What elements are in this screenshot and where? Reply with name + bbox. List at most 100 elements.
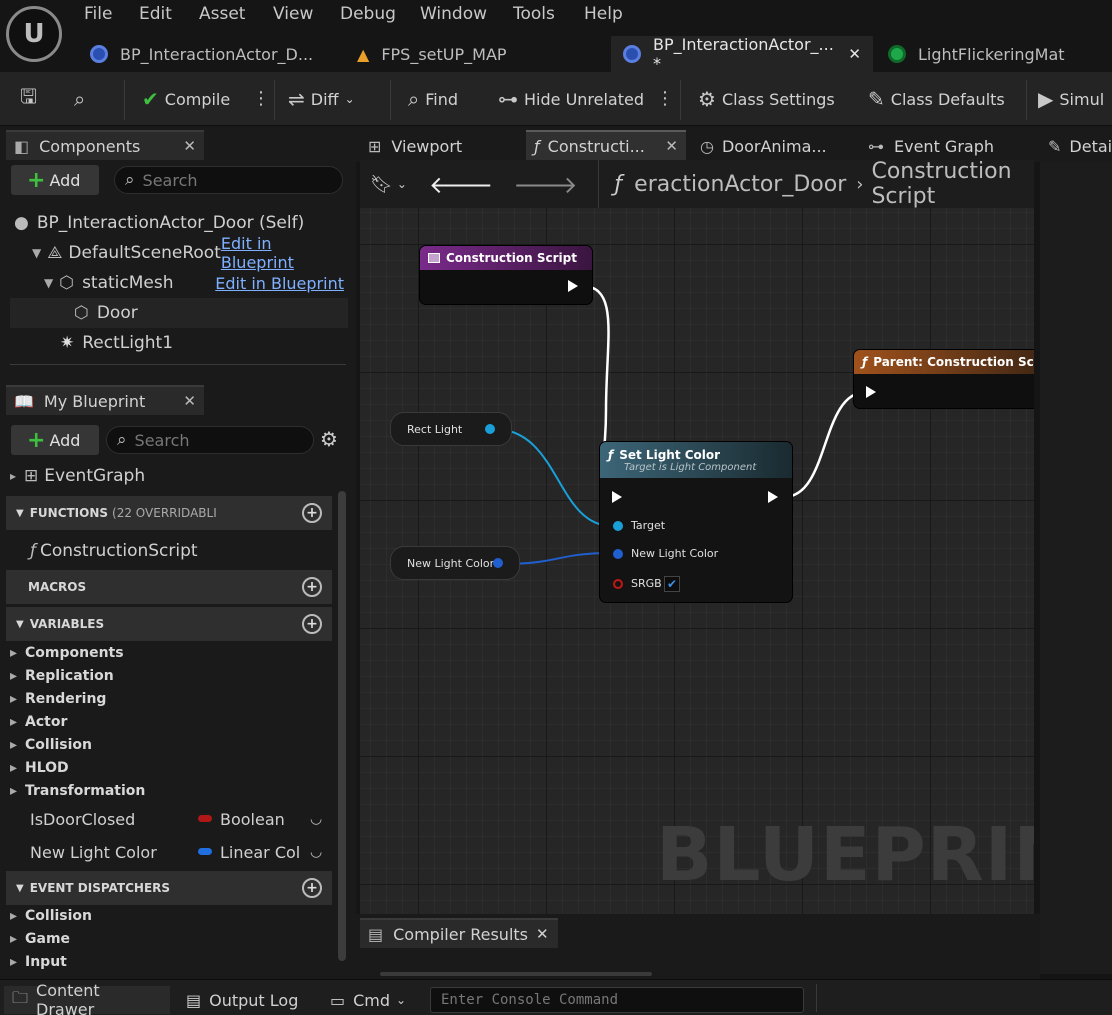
find-button[interactable]: ⌕ Find [408, 86, 458, 112]
my-blueprint-tab[interactable]: 📖 My Blueprint ✕ [6, 385, 204, 415]
my-blueprint-search-input[interactable]: ⌕ Search [106, 426, 314, 454]
exec-out-pin[interactable] [768, 491, 778, 503]
event-dispatchers-header[interactable]: ▼ EVENT DISPATCHERS + [6, 871, 332, 905]
menu-tools[interactable]: Tools [513, 4, 555, 24]
browse-asset-icon[interactable]: ⌕ [74, 86, 91, 112]
node-new-light-color-variable[interactable]: New Light Color [390, 546, 520, 580]
node-set-light-color[interactable]: ƒ Set Light Color Target is Light Compone… [600, 442, 792, 602]
tab-viewport[interactable]: ⊞ Viewport [360, 130, 520, 160]
exec-in-pin[interactable] [612, 491, 622, 503]
compile-button[interactable]: ✔ Compile [142, 86, 230, 112]
save-icon[interactable]: 🖫 [20, 84, 43, 112]
var-category-collision[interactable]: Collision [10, 737, 92, 753]
menu-asset[interactable]: Asset [199, 4, 245, 24]
expand-arrow-icon[interactable]: ▼ [32, 246, 41, 260]
close-icon[interactable]: ✕ [183, 392, 196, 410]
node-construction-script[interactable]: Construction Script [420, 246, 592, 304]
doc-tab-active-blueprint[interactable]: BP_InteractionActor_... * ✕ [611, 35, 873, 73]
menu-window[interactable]: Window [420, 4, 487, 24]
hide-options-icon[interactable]: ⋮ [656, 88, 674, 109]
new-light-color-output-pin[interactable] [493, 558, 503, 568]
variable-is-door-closed[interactable]: IsDoorClosed Boolean ◡ [30, 804, 330, 834]
tree-item-door[interactable]: ⬡ Door [10, 298, 348, 328]
exec-out-pin[interactable] [568, 280, 578, 292]
simulate-button[interactable]: ▶ Simul [1038, 86, 1104, 112]
close-icon[interactable]: ✕ [536, 925, 549, 943]
add-variable-icon[interactable]: + [302, 614, 322, 634]
dispatcher-category-collision[interactable]: Collision [10, 908, 92, 924]
add-function-icon[interactable]: + [302, 503, 322, 523]
event-graph-item[interactable]: ▸ ⊞ EventGraph [10, 461, 145, 491]
add-macro-icon[interactable]: + [302, 577, 322, 597]
var-category-transformation[interactable]: Transformation [10, 783, 145, 799]
doc-tab-bp-interaction-door[interactable]: BP_InteractionActor_D... [78, 36, 348, 72]
compiler-results-tab[interactable]: ▤ Compiler Results ✕ [360, 918, 558, 948]
close-icon[interactable]: ✕ [848, 45, 861, 63]
node-parent-construction[interactable]: ƒ Parent: Construction Scrip [854, 350, 1034, 408]
output-log-button[interactable]: ▤ Output Log [178, 986, 308, 1014]
class-defaults-button[interactable]: ✎ Class Defaults [868, 86, 1005, 112]
node-rect-light-variable[interactable]: Rect Light [390, 412, 512, 446]
scrollbar[interactable] [338, 491, 346, 961]
menu-file[interactable]: File [84, 4, 112, 24]
diff-button[interactable]: ⇌ Diff ⌄ [288, 86, 355, 112]
compile-options-icon[interactable]: ⋮ [252, 88, 270, 109]
menu-view[interactable]: View [273, 4, 313, 24]
settings-gear-icon[interactable]: ⚙ [320, 427, 338, 451]
doc-tab-map[interactable]: ▲ FPS_setUP_MAP [345, 36, 607, 72]
dispatcher-category-input[interactable]: Input [10, 954, 67, 970]
dispatcher-category-game[interactable]: Game [10, 931, 70, 947]
hide-unrelated-button[interactable]: ⊶ Hide Unrelated [498, 86, 644, 112]
graph-canvas[interactable]: 🔖︎ ⌄ 🡐 🡒 ƒ eractionActor_Door › Construc… [360, 160, 1034, 914]
doc-tab-material[interactable]: LightFlickeringMat [876, 36, 1112, 72]
eye-closed-icon[interactable]: ◡ [310, 811, 322, 827]
srgb-pin[interactable] [613, 579, 623, 589]
edit-in-blueprint-link[interactable]: Edit in Blueprint [215, 274, 344, 293]
function-icon: ƒ [862, 355, 868, 369]
tab-door-animation[interactable]: ◷ DoorAnima... [692, 130, 858, 160]
target-pin[interactable] [613, 521, 623, 531]
components-search-input[interactable]: ⌕ Search [114, 166, 343, 194]
tree-item-static-mesh[interactable]: ▼ ⬡ staticMesh Edit in Blueprint [44, 268, 344, 298]
var-category-hlod[interactable]: HLOD [10, 760, 69, 776]
var-category-components[interactable]: Components [10, 645, 124, 661]
macros-header[interactable]: MACROS + [6, 570, 332, 604]
components-tab[interactable]: ◧ Components ✕ [6, 130, 204, 160]
expand-arrow-icon[interactable]: ▼ [44, 276, 53, 290]
tree-item-label: BP_InteractionActor_Door (Self) [36, 213, 305, 233]
unreal-logo-icon[interactable]: U [6, 6, 62, 62]
add-component-button[interactable]: + Add [11, 165, 99, 195]
console-command-input[interactable]: Enter Console Command [430, 987, 804, 1013]
variable-new-light-color[interactable]: New Light Color Linear Colo ◡ [30, 837, 330, 867]
expand-arrow-icon[interactable]: ▸ [10, 469, 16, 483]
content-drawer-button[interactable]: 🗀 Content Drawer [4, 981, 170, 1015]
srgb-checkbox[interactable]: ✔ [664, 576, 680, 592]
variable-name: IsDoorClosed [30, 809, 136, 829]
tree-item-default-scene-root[interactable]: ▼ ⟁ DefaultSceneRoot Edit in Blueprint [32, 234, 348, 272]
rect-light-output-pin[interactable] [485, 424, 495, 434]
tree-item-rect-light[interactable]: ✷ RectLight1 [60, 328, 173, 358]
exec-in-pin[interactable] [866, 386, 876, 398]
results-scrollbar[interactable] [380, 972, 652, 976]
var-category-rendering[interactable]: Rendering [10, 691, 106, 707]
menu-help[interactable]: Help [584, 4, 623, 24]
edit-in-blueprint-link[interactable]: Edit in Blueprint [221, 234, 348, 272]
add-member-button[interactable]: + Add [11, 425, 99, 455]
tab-details[interactable]: ✎ Detai [1040, 130, 1112, 160]
close-icon[interactable]: ✕ [665, 137, 678, 155]
cmd-dropdown[interactable]: ▭ Cmd ⌄ [322, 986, 422, 1014]
close-icon[interactable]: ✕ [183, 137, 196, 155]
variables-header[interactable]: ▼ VARIABLES + [6, 607, 332, 641]
add-dispatcher-icon[interactable]: + [302, 878, 322, 898]
new-light-color-pin[interactable] [613, 549, 623, 559]
eye-closed-icon[interactable]: ◡ [310, 844, 322, 860]
var-category-actor[interactable]: Actor [10, 714, 67, 730]
tab-construction-script[interactable]: ƒ Constructi... ✕ [526, 130, 686, 160]
class-settings-button[interactable]: ⚙ Class Settings [698, 86, 835, 112]
menu-debug[interactable]: Debug [340, 4, 396, 24]
tab-event-graph[interactable]: ⊶ Event Graph [860, 130, 1030, 160]
function-item-construction-script[interactable]: ƒ ConstructionScript [30, 536, 198, 566]
menu-edit[interactable]: Edit [139, 4, 172, 24]
var-category-replication[interactable]: Replication [10, 668, 114, 684]
functions-header[interactable]: ▼ FUNCTIONS (22 OVERRIDABLI + [6, 496, 332, 530]
